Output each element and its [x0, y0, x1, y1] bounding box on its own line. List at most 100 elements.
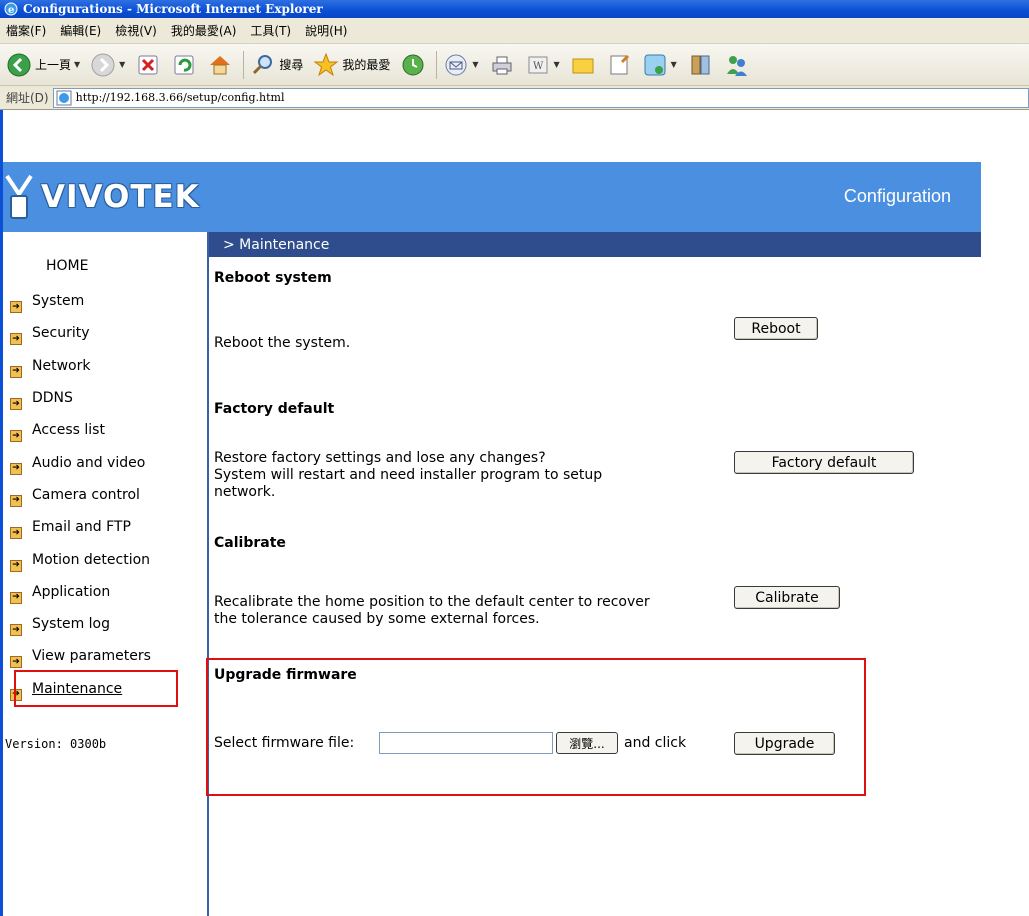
- history-button[interactable]: [400, 52, 426, 78]
- sidebar-item-email-ftp[interactable]: ➔ Email and FTP: [10, 513, 151, 545]
- favorites-button[interactable]: 我的最愛: [313, 52, 390, 78]
- chevron-down-icon[interactable]: ▼: [74, 60, 80, 69]
- sidebar-item-home[interactable]: HOME: [46, 258, 88, 274]
- arrow-right-icon: ➔: [10, 462, 22, 475]
- logo-text: VIVOTEK: [41, 179, 200, 215]
- tools-icon: [691, 55, 710, 74]
- sidebar-item-camera-control[interactable]: ➔ Camera control: [10, 481, 151, 513]
- window-titlebar: e Configurations - Microsoft Internet Ex…: [0, 0, 1029, 18]
- sidebar-item-audio-video[interactable]: ➔ Audio and video: [10, 448, 151, 480]
- calibrate-button[interactable]: Calibrate: [734, 586, 840, 609]
- menu-view[interactable]: 檢視(V): [115, 22, 157, 39]
- arrow-right-icon: ➔: [10, 398, 22, 411]
- ie-icon: e: [4, 2, 18, 16]
- printer-icon: [492, 56, 512, 74]
- breadcrumb: > Maintenance: [209, 232, 981, 257]
- research-button[interactable]: [606, 52, 632, 78]
- factory-default-text-3: network.: [214, 484, 276, 500]
- version-label: Version: 0300b: [5, 737, 107, 751]
- mail-button[interactable]: ▼: [443, 52, 479, 78]
- sidebar-item-system[interactable]: ➔ System: [10, 287, 151, 319]
- sidebar-item-label: Application: [32, 583, 111, 600]
- messenger-button[interactable]: ▼: [642, 52, 677, 78]
- sidebar-item-label: DDNS: [32, 390, 73, 407]
- sidebar-item-label: Email and FTP: [32, 519, 131, 536]
- history-icon: [402, 54, 424, 75]
- forward-arrow-icon: [91, 53, 115, 76]
- calibrate-text-1: Recalibrate the home position to the def…: [214, 594, 650, 610]
- window-title: Configurations - Microsoft Internet Expl…: [23, 2, 323, 16]
- sidebar-item-ddns[interactable]: ➔ DDNS: [10, 384, 151, 416]
- refresh-icon: [174, 55, 194, 74]
- chevron-down-icon[interactable]: ▼: [554, 60, 560, 69]
- maintenance-highlight-box: [14, 670, 178, 707]
- ie-page-icon: [56, 90, 72, 105]
- address-label: 網址(D): [6, 91, 49, 105]
- factory-default-text-1: Restore factory settings and lose any ch…: [214, 450, 546, 466]
- sidebar-item-application[interactable]: ➔ Application: [10, 578, 151, 610]
- menu-help[interactable]: 說明(H): [305, 22, 347, 39]
- arrow-right-icon: ➔: [10, 301, 22, 314]
- word-icon: W: [528, 56, 548, 73]
- reboot-text: Reboot the system.: [214, 335, 351, 351]
- refresh-button[interactable]: [171, 52, 197, 78]
- svg-text:e: e: [8, 5, 14, 16]
- sidebar-item-network[interactable]: ➔ Network: [10, 352, 151, 384]
- menu-bar: 檔案(F) 編輯(E) 檢視(V) 我的最愛(A) 工具(T) 說明(H): [0, 18, 1029, 44]
- back-arrow-icon: [7, 53, 31, 76]
- stop-button[interactable]: [135, 52, 161, 78]
- search-button[interactable]: 搜尋: [250, 52, 303, 78]
- reboot-title: Reboot system: [214, 270, 332, 286]
- discuss-button[interactable]: [570, 52, 596, 78]
- home-icon: [210, 55, 231, 74]
- page-title: Configuration: [843, 186, 951, 206]
- forward-button[interactable]: ▼: [90, 52, 125, 78]
- upgrade-highlight-box: [206, 658, 866, 796]
- sidebar-item-access-list[interactable]: ➔ Access list: [10, 416, 151, 448]
- sidebar-item-motion-detection[interactable]: ➔ Motion detection: [10, 545, 151, 577]
- chevron-down-icon[interactable]: ▼: [472, 60, 478, 69]
- favorites-label: 我的最愛: [342, 58, 391, 72]
- sidebar-item-security[interactable]: ➔ Security: [10, 319, 151, 351]
- messenger-icon: [644, 54, 666, 75]
- address-input[interactable]: http://192.168.3.66/setup/config.html: [52, 87, 1029, 108]
- sidebar-item-label: Access list: [32, 422, 105, 439]
- sidebar-item-label: Motion detection: [32, 551, 151, 568]
- factory-default-title: Factory default: [214, 401, 335, 417]
- sidebar-list: ➔ System ➔ Security ➔ Network ➔ DDNS ➔ A…: [10, 287, 151, 707]
- people-icon: [726, 55, 747, 76]
- mail-icon: [445, 54, 467, 75]
- vivotek-logo-icon: [5, 174, 33, 219]
- sidebar-divider: [207, 232, 209, 916]
- sidebar-item-label: System: [32, 293, 85, 310]
- menu-favorites[interactable]: 我的最愛(A): [171, 22, 237, 39]
- search-icon: [253, 54, 273, 74]
- browser-toolbar: 上一頁 ▼ ▼ 搜尋 我的最愛 ▼ W ▼ ▼: [0, 44, 1029, 86]
- sidebar-item-label: Security: [32, 325, 90, 342]
- factory-default-button[interactable]: Factory default: [734, 451, 914, 474]
- contacts-button[interactable]: [723, 52, 749, 78]
- tools-button[interactable]: [687, 52, 713, 78]
- folder-icon: [572, 58, 594, 73]
- chevron-down-icon[interactable]: ▼: [671, 60, 677, 69]
- back-button[interactable]: 上一頁 ▼: [6, 52, 80, 78]
- edit-button[interactable]: W ▼: [525, 52, 560, 78]
- search-label: 搜尋: [279, 58, 304, 72]
- menu-file[interactable]: 檔案(F): [6, 22, 46, 39]
- sidebar-item-label: View parameters: [32, 648, 151, 665]
- back-label: 上一頁: [35, 58, 72, 72]
- reboot-button[interactable]: Reboot: [734, 317, 818, 340]
- sidebar-item-system-log[interactable]: ➔ System log: [10, 610, 151, 642]
- toolbar-separator: [436, 50, 438, 79]
- chevron-down-icon[interactable]: ▼: [119, 60, 125, 69]
- svg-text:W: W: [533, 61, 544, 72]
- factory-default-text-2: System will restart and need installer p…: [214, 467, 603, 483]
- menu-edit[interactable]: 編輯(E): [60, 22, 101, 39]
- home-button[interactable]: [207, 52, 233, 78]
- arrow-right-icon: ➔: [10, 527, 22, 540]
- menu-tools[interactable]: 工具(T): [250, 22, 291, 39]
- address-url: http://192.168.3.66/setup/config.html: [75, 91, 285, 104]
- print-button[interactable]: [489, 52, 515, 78]
- vivotek-logo: VIVOTEK: [3, 162, 208, 232]
- star-icon: [313, 52, 339, 76]
